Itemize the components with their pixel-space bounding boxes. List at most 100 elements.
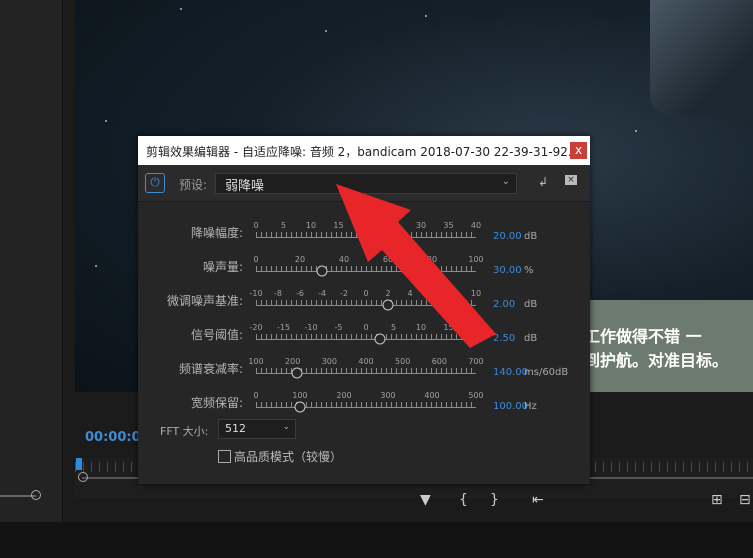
parameter-label: 信号阈值: [190, 328, 243, 342]
slider-track[interactable] [256, 407, 476, 408]
parameter-row: 信号阈值: -20 -15 -10 -5 0 5 10 15 20 2.50 dB [138, 309, 590, 345]
left-panel [0, 0, 63, 558]
chevron-down-icon: ⌄ [501, 176, 510, 187]
power-icon[interactable]: ⏻ [145, 173, 165, 193]
tick-label: -20 [249, 323, 263, 332]
parameter-label: 降噪幅度: [190, 226, 243, 240]
parameter-value[interactable]: 100.00 [493, 401, 528, 412]
save-preset-icon[interactable]: ↲ [538, 175, 548, 189]
star [325, 30, 327, 32]
tick-label: 10 [470, 289, 482, 298]
tick-label: 80 [426, 255, 438, 264]
parameter-label-box: 宽频保留: [138, 394, 243, 410]
slider-track[interactable] [256, 339, 476, 340]
tick-label: 15 [443, 323, 454, 332]
star [635, 130, 637, 132]
tick-label: 8 [451, 289, 457, 298]
tick-label: 0 [253, 221, 259, 230]
tick-label: 5 [390, 323, 397, 332]
preset-dropdown[interactable]: 弱降噪 ⌄ [215, 173, 517, 194]
slider-track[interactable] [256, 271, 476, 272]
parameter-label: 宽频保留: [190, 396, 243, 410]
high-quality-checkbox[interactable] [218, 450, 231, 463]
slider-track[interactable] [256, 373, 476, 374]
tick-label: 60 [382, 255, 394, 264]
star [95, 265, 97, 267]
parameter-label-box: 频谱衰减率: [138, 360, 243, 376]
spaceship-image [650, 0, 753, 115]
tick-label: 10 [305, 221, 317, 230]
parameter-label-box: 微调噪声基准: [138, 292, 243, 308]
star [105, 120, 107, 122]
parameter-label-box: 噪声量: [138, 258, 243, 274]
tick-label: 600 [431, 357, 447, 366]
overwrite-icon[interactable]: ⊟ [739, 492, 751, 508]
fft-size-label: FFT 大小: [160, 425, 209, 438]
tick-label: 25 [388, 221, 399, 230]
parameter-label-box: 降噪幅度: [138, 224, 243, 240]
dialog-titlebar[interactable]: 剪辑效果编辑器 - 自适应降噪: 音频 2，bandicam 2018-07-3… [138, 136, 590, 165]
bottom-bar [0, 522, 753, 558]
tick-label: -10 [249, 289, 263, 298]
tick-label: 20 [470, 323, 482, 332]
fft-size-value: 512 [225, 422, 246, 435]
subtitle-line-1: 工作做得不错 一 [584, 327, 702, 346]
tick-label: 400 [358, 357, 374, 366]
dialog-title: 剪辑效果编辑器 - 自适应降噪: 音频 2，bandicam 2018-07-3… [146, 145, 570, 159]
tick-label: 200 [285, 357, 301, 366]
playhead-timecode[interactable]: 00:00:0 [85, 430, 141, 445]
parameter-row: 频谱衰减率: 100 200 300 400 500 600 700 140.00 ms/60dB [138, 343, 590, 379]
parameter-row: 宽频保留: 0 100 200 300 400 500 100.00 Hz [138, 377, 590, 413]
preset-toolbar: ⏻ 预设: 弱降噪 ⌄ ↲ × [138, 165, 590, 202]
tick-label: 500 [395, 357, 411, 366]
tick-label: 0 [363, 289, 369, 298]
tick-label: -10 [304, 323, 318, 332]
parameter-label-box: 信号阈值: [138, 326, 243, 342]
tick-label: 100 [468, 255, 484, 264]
tick-label: 10 [415, 323, 427, 332]
delete-preset-icon[interactable]: × [565, 175, 577, 185]
tick-label: 30 [415, 221, 427, 230]
tick-label: 700 [468, 357, 484, 366]
star [180, 8, 182, 10]
preset-value: 弱降噪 [225, 179, 265, 194]
slider-knob[interactable] [294, 401, 306, 413]
parameter-label: 微调噪声基准: [166, 294, 243, 308]
marker-icon[interactable]: ▼ [420, 492, 431, 508]
fft-size-dropdown[interactable]: 512 ⌄ [218, 419, 296, 439]
slider-track[interactable] [256, 305, 476, 306]
tick-label: 15 [333, 221, 344, 230]
tick-label: 20 [360, 221, 372, 230]
timeline-scroll-knob[interactable] [78, 472, 88, 482]
parameter-unit: Hz [524, 401, 537, 412]
tick-label: -5 [334, 323, 343, 332]
tick-label: 35 [443, 221, 454, 230]
tick-label: -15 [276, 323, 291, 332]
chevron-down-icon: ⌄ [282, 422, 290, 432]
tick-label: -4 [318, 289, 326, 298]
tick-label: -2 [340, 289, 348, 298]
tick-label: 40 [338, 255, 350, 264]
tick-label: 6 [429, 289, 435, 298]
tick-label: 200 [336, 391, 352, 400]
tick-label: -6 [296, 289, 304, 298]
go-to-in-icon[interactable]: ⇤ [532, 492, 544, 508]
tick-label: 0 [253, 255, 259, 264]
mark-out-icon[interactable]: } [490, 492, 499, 508]
close-button[interactable]: x [570, 142, 587, 159]
mark-in-icon[interactable]: { [459, 492, 468, 508]
tick-label: 300 [321, 357, 337, 366]
tick-label: 20 [294, 255, 306, 264]
parameter-row: 噪声量: 0 20 40 60 80 100 30.00% [138, 241, 590, 277]
insert-icon[interactable]: ⊞ [711, 492, 723, 508]
parameter-sliders: 降噪幅度: 0 5 10 15 20 25 30 35 40 20.00 dB 噪声量: 0 20 40 60 8… [138, 201, 590, 416]
playhead-marker[interactable] [76, 458, 82, 470]
tick-label: 4 [407, 289, 413, 298]
tick-label: 0 [253, 391, 259, 400]
tick-label: 300 [380, 391, 396, 400]
left-zoom-knob[interactable] [31, 490, 41, 500]
high-quality-label: 高品质模式（较慢） [234, 450, 343, 464]
tick-label: 40 [470, 221, 482, 230]
tick-label: 5 [280, 221, 287, 230]
tick-label: 0 [363, 323, 369, 332]
